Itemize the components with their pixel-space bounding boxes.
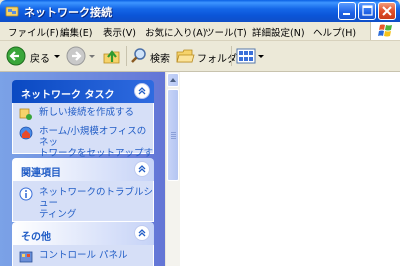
search-button[interactable]: 検索 (130, 45, 170, 67)
scroll-up-button[interactable] (167, 73, 179, 87)
other-places-title: その他 (21, 232, 51, 243)
task-control-panel[interactable]: コントロール パネル (13, 250, 153, 263)
task-network-troubleshooting-label-line1: ネットワークのトラブルシュー (39, 187, 154, 209)
other-places-header[interactable]: その他 (12, 222, 154, 245)
views-icon (236, 48, 256, 64)
task-pane: ネットワーク タスク 新しい接続を作成する ホーム/小規模オフィスのネッ トワー… (0, 72, 165, 266)
up-folder-icon (103, 50, 120, 64)
new-connection-icon (19, 108, 32, 120)
task-control-panel-label: コントロール パネル (39, 250, 128, 261)
connections-list-area[interactable] (180, 72, 400, 266)
task-new-connection[interactable]: 新しい接続を作成する (13, 107, 153, 120)
other-places-group: その他 コントロール パネル (12, 222, 154, 266)
back-arrow-icon (6, 46, 26, 66)
network-folder-icon (5, 6, 19, 17)
menu-favorites[interactable]: お気に入り(A) (145, 25, 206, 39)
network-tasks-title: ネットワーク タスク (21, 90, 115, 101)
close-icon (382, 6, 392, 16)
menu-advanced[interactable]: 詳細設定(N) (252, 25, 305, 39)
menu-tools[interactable]: ツール(T) (205, 25, 247, 39)
forward-arrow-icon (66, 46, 86, 66)
menu-bar: ファイル(F) 編集(E) 表示(V) お気に入り(A) ツール(T) 詳細設定… (0, 22, 400, 41)
scroll-grip (171, 134, 176, 135)
forward-dropdown-icon[interactable] (89, 54, 97, 60)
maximize-icon (362, 5, 373, 16)
collapse-chevron-icon[interactable] (134, 83, 150, 99)
folders-icon (176, 49, 195, 63)
up-folder-button[interactable] (102, 45, 124, 67)
task-network-troubleshooting[interactable]: ネットワークのトラブルシュー ティング (13, 187, 153, 220)
scroll-thumb[interactable] (167, 89, 179, 181)
network-tasks-body: 新しい接続を作成する ホーム/小規模オフィスのネッ トワークをセットアップする (12, 103, 154, 170)
scroll-grip (171, 132, 176, 133)
network-tasks-header[interactable]: ネットワーク タスク (12, 80, 154, 103)
minimize-button[interactable] (338, 2, 356, 20)
forward-button[interactable] (66, 45, 98, 67)
chevron-up-icon (138, 229, 146, 237)
network-tasks-group: ネットワーク タスク 新しい接続を作成する ホーム/小規模オフィスのネッ トワー… (12, 80, 154, 170)
collapse-chevron-icon[interactable] (134, 161, 150, 177)
scroll-grip (171, 138, 176, 139)
maximize-button[interactable] (358, 2, 376, 20)
back-button[interactable]: 戻る (6, 45, 60, 67)
back-label: 戻る (30, 54, 50, 65)
close-button[interactable] (378, 2, 396, 20)
folders-button[interactable]: フォルダ (176, 45, 237, 67)
collapse-chevron-icon[interactable] (134, 225, 150, 241)
windows-flag-icon (378, 24, 392, 37)
task-new-connection-label: 新しい接続を作成する (39, 107, 135, 118)
see-also-title: 関連項目 (21, 168, 61, 179)
see-also-header[interactable]: 関連項目 (12, 158, 154, 181)
views-dropdown-icon[interactable] (258, 54, 266, 60)
task-network-troubleshooting-label-line2: ティング (39, 209, 77, 220)
control-panel-icon (19, 251, 33, 263)
chevron-up-icon (138, 165, 146, 173)
info-icon (19, 187, 33, 201)
task-pane-scrollbar[interactable] (165, 72, 180, 266)
home-network-setup-icon (19, 126, 33, 140)
search-label: 検索 (150, 54, 170, 65)
standard-toolbar: 戻る 検索 フォルダ (0, 41, 400, 72)
toolbar-separator (231, 46, 232, 66)
other-places-body: コントロール パネル (12, 245, 154, 266)
explorer-window: ネットワーク接続 ファイル(F) 編集(E) 表示(V) お気に入り(A) ツー… (0, 0, 400, 266)
client-area: ネットワーク タスク 新しい接続を作成する ホーム/小規模オフィスのネッ トワー… (0, 72, 400, 266)
search-icon (131, 48, 146, 63)
menu-edit[interactable]: 編集(E) (60, 25, 92, 39)
title-bar[interactable]: ネットワーク接続 (0, 0, 400, 22)
back-dropdown-icon[interactable] (54, 54, 62, 60)
scroll-up-arrow-icon (170, 78, 176, 82)
chevron-up-icon (138, 87, 146, 95)
menu-file[interactable]: ファイル(F) (8, 25, 59, 39)
windows-logo (370, 22, 400, 40)
see-also-body: ネットワークのトラブルシュー ティング (12, 181, 154, 222)
menu-help[interactable]: ヘルプ(H) (313, 25, 356, 39)
views-button[interactable] (236, 45, 266, 67)
menu-view[interactable]: 表示(V) (103, 25, 136, 39)
see-also-group: 関連項目 ネットワークのトラブルシュー ティング (12, 158, 154, 222)
task-home-network-setup-label-line1: ホーム/小規模オフィスのネッ (39, 126, 147, 148)
window-title: ネットワーク接続 (24, 6, 112, 19)
toolbar-separator (126, 46, 127, 66)
scroll-grip (171, 136, 176, 137)
minimize-icon (343, 13, 350, 15)
